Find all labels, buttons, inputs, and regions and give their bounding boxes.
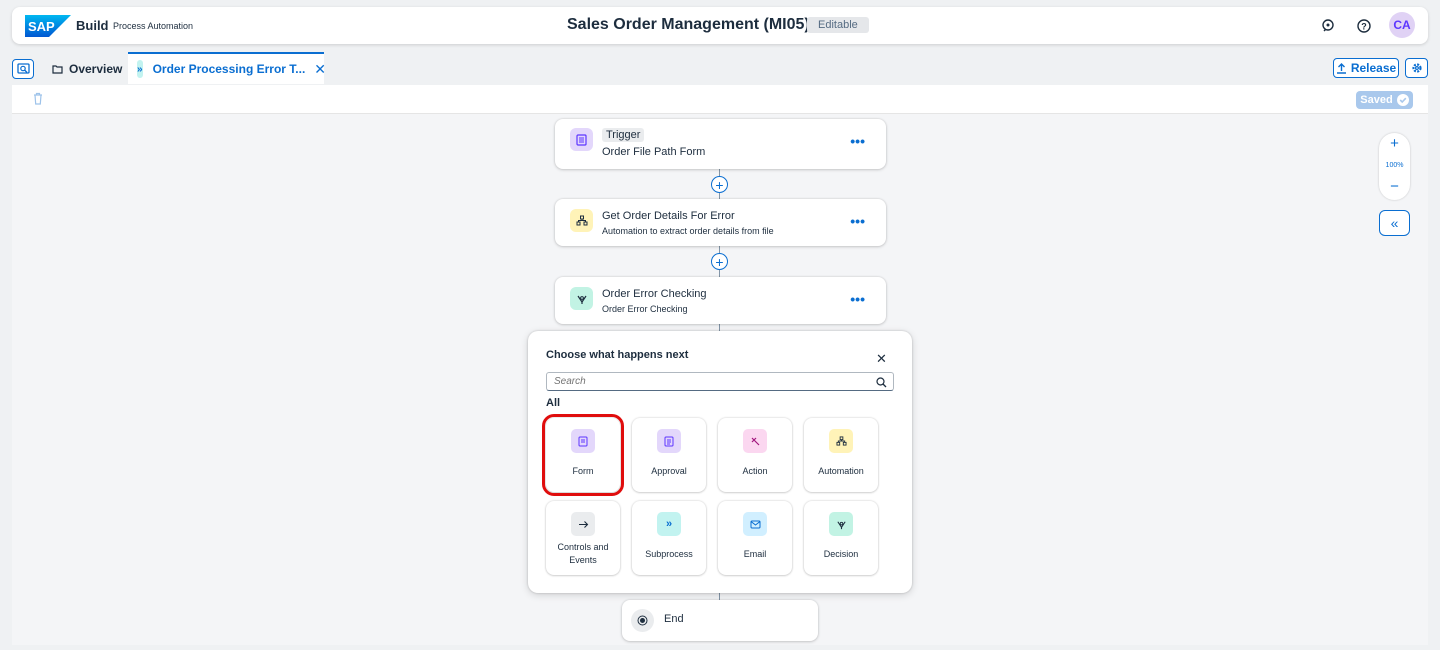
close-icon[interactable]: ✕ xyxy=(876,351,887,367)
section-label: All xyxy=(546,397,561,409)
feedback-icon[interactable] xyxy=(1318,16,1338,36)
decision-icon xyxy=(570,287,593,310)
tab-overview-label: Overview xyxy=(69,62,123,76)
help-icon[interactable]: ? xyxy=(1354,16,1374,36)
tile-label: Form xyxy=(572,466,594,476)
end-label: End xyxy=(664,613,684,625)
tile-approval[interactable]: Approval xyxy=(632,418,706,492)
double-chevron-left-icon: « xyxy=(1390,215,1399,231)
svg-text:SAP: SAP xyxy=(28,19,55,34)
tab-active-label: Order Processing Error T... xyxy=(152,62,306,76)
release-button[interactable]: Release xyxy=(1333,58,1399,78)
canvas-toolbar: Saved xyxy=(12,85,1428,114)
folder-icon xyxy=(52,65,63,74)
tab-bar: Overview » Order Processing Error T... ✕… xyxy=(0,52,1440,84)
tile-email[interactable]: Email xyxy=(718,501,792,575)
arrow-right-icon xyxy=(571,512,595,536)
browse-button[interactable] xyxy=(12,59,34,79)
more-icon[interactable]: ••• xyxy=(850,291,865,307)
close-tab-icon[interactable]: ✕ xyxy=(314,61,326,78)
tile-automation[interactable]: Automation xyxy=(804,418,878,492)
search-icon[interactable] xyxy=(876,375,887,393)
tile-label: Email xyxy=(743,549,767,559)
delete-icon[interactable] xyxy=(32,92,44,110)
end-node[interactable]: End xyxy=(622,600,818,641)
add-step-button[interactable]: + xyxy=(711,176,728,193)
step2-title: Get Order Details For Error xyxy=(602,210,735,222)
search-input[interactable] xyxy=(546,372,894,391)
avatar[interactable]: CA xyxy=(1389,12,1415,38)
stop-icon xyxy=(631,609,654,632)
trigger-node[interactable]: Trigger Order File Path Form ••• xyxy=(555,119,886,169)
trigger-tag-wrap: Trigger xyxy=(602,128,645,142)
tile-label: Controls and Events xyxy=(557,542,609,565)
tile-decision[interactable]: Decision xyxy=(804,501,878,575)
tile-form[interactable]: Form xyxy=(542,414,624,496)
shell-bar: SAP Build Process Automation Sales Order… xyxy=(12,7,1428,44)
trigger-tag: Trigger xyxy=(602,128,645,142)
tile-label: Action xyxy=(742,466,768,476)
saved-label: Saved xyxy=(1360,94,1393,106)
popover-title: Choose what happens next xyxy=(546,349,689,361)
step3-title: Order Error Checking xyxy=(602,288,707,300)
tile-label: Automation xyxy=(818,466,864,476)
automation-node[interactable]: Get Order Details For Error Automation t… xyxy=(555,199,886,246)
tile-action[interactable]: Action xyxy=(718,418,792,492)
tab-order-processing[interactable]: » Order Processing Error T... ✕ xyxy=(128,52,326,84)
zoom-control: + 100% − xyxy=(1379,133,1410,200)
page-title: Sales Order Management (MI05) xyxy=(567,16,810,33)
decision-icon xyxy=(829,512,853,536)
release-label: Release xyxy=(1350,61,1397,75)
automation-icon xyxy=(829,429,853,453)
tile-label: Subprocess xyxy=(645,549,693,559)
gear-icon xyxy=(1411,63,1422,73)
tile-controls-and-events[interactable]: Controls and Events xyxy=(546,501,620,575)
more-icon[interactable]: ••• xyxy=(850,133,865,149)
step3-subtitle: Order Error Checking xyxy=(602,304,688,314)
sap-logo[interactable]: SAP xyxy=(25,15,71,37)
tile-label: Decision xyxy=(823,549,859,559)
settings-button[interactable] xyxy=(1405,58,1428,78)
tile-label: Approval xyxy=(651,466,687,476)
trigger-subtitle: Order File Path Form xyxy=(602,146,706,158)
step2-subtitle: Automation to extract order details from… xyxy=(602,226,774,236)
approval-icon xyxy=(657,429,681,453)
add-step-button[interactable]: + xyxy=(711,253,728,270)
form-icon xyxy=(571,429,595,453)
upload-icon xyxy=(1336,62,1346,74)
saved-status: Saved xyxy=(1356,91,1413,109)
zoom-level[interactable]: 100% xyxy=(1379,162,1410,169)
choose-next-popover: Choose what happens next ✕ All Form Appr… xyxy=(528,331,912,593)
zoom-out-button[interactable]: − xyxy=(1379,178,1410,195)
tile-subprocess[interactable]: » Subprocess xyxy=(632,501,706,575)
app-name: Build xyxy=(76,18,109,33)
app-subtitle: Process Automation xyxy=(113,21,194,31)
form-icon xyxy=(570,128,593,151)
zoom-in-button[interactable]: + xyxy=(1379,135,1410,152)
subprocess-icon: » xyxy=(137,60,143,78)
svg-text:?: ? xyxy=(1361,22,1367,32)
check-circle-icon xyxy=(1396,94,1409,106)
automation-icon xyxy=(570,209,593,232)
status-badge: Editable xyxy=(807,17,869,33)
tab-overview[interactable]: Overview xyxy=(52,62,122,76)
more-icon[interactable]: ••• xyxy=(850,213,865,229)
email-icon xyxy=(743,512,767,536)
decision-node[interactable]: Order Error Checking Order Error Checkin… xyxy=(555,277,886,324)
search-window-icon xyxy=(16,63,30,74)
collapse-panel-button[interactable]: « xyxy=(1379,210,1410,236)
subprocess-icon: » xyxy=(657,512,681,536)
action-icon xyxy=(743,429,767,453)
